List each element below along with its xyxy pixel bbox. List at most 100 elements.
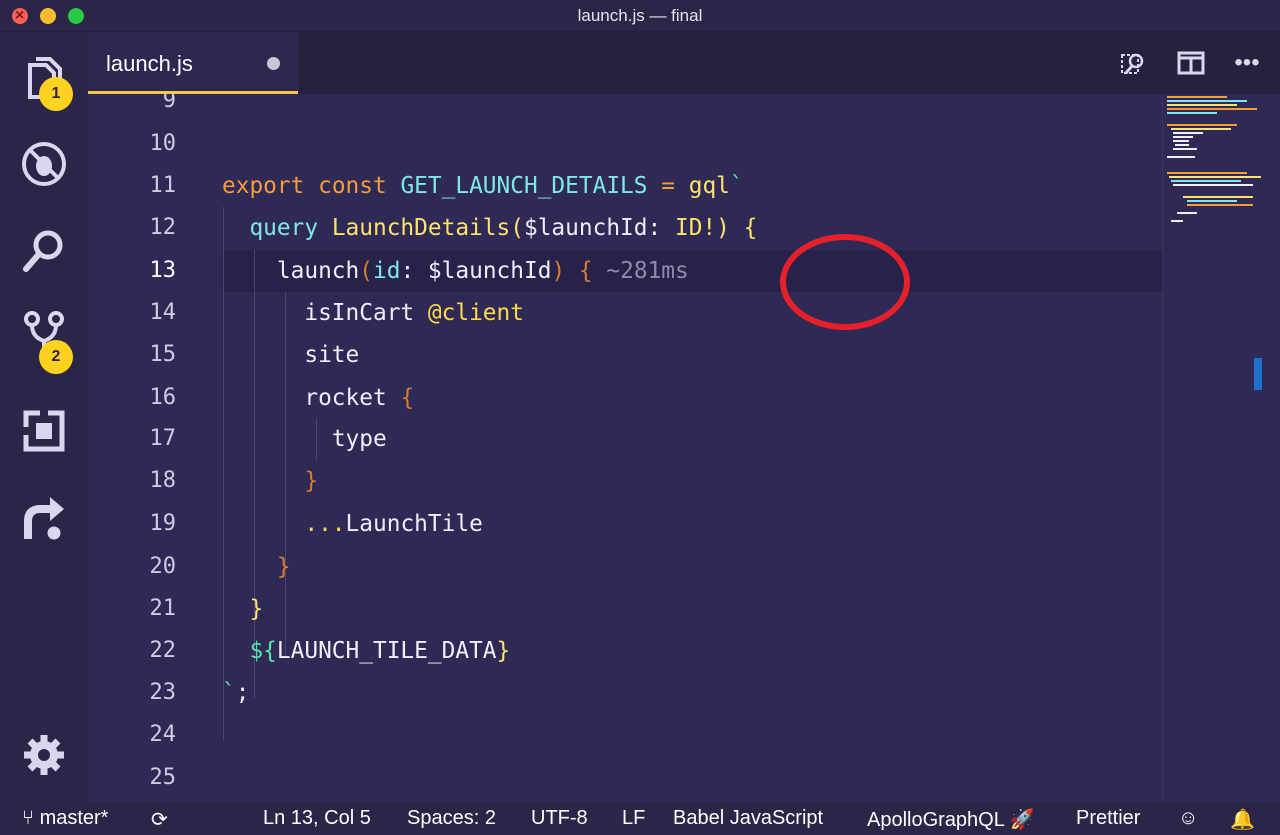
- tab-launch-js[interactable]: launch.js: [88, 32, 298, 94]
- search-icon: [23, 230, 63, 272]
- token-keyword: export: [222, 173, 305, 199]
- notifications-button[interactable]: 🔔: [1230, 807, 1255, 832]
- tabs-bar: launch.js •••: [88, 32, 1280, 94]
- more-actions-button[interactable]: •••: [1230, 46, 1264, 80]
- minimap-line: [1187, 200, 1237, 202]
- search-preview-icon: [1121, 53, 1144, 74]
- token-operation-name: LaunchDetails: [331, 215, 511, 241]
- code-line-13: launch(id: $launchId) { ~281ms: [222, 250, 689, 292]
- line-number: 19: [149, 511, 177, 536]
- rocket-icon: 🚀: [1009, 809, 1035, 831]
- activity-debug[interactable]: [0, 129, 88, 199]
- close-window-button[interactable]: [12, 0, 28, 32]
- sync-button[interactable]: ⟳: [151, 807, 168, 832]
- line-number: 14: [149, 300, 177, 325]
- apollo-label: ApolloGraphQL: [867, 809, 1005, 831]
- activity-live-share[interactable]: [0, 484, 88, 554]
- prettier-status[interactable]: Prettier: [1076, 807, 1140, 830]
- token-type: ID!: [674, 215, 717, 241]
- activity-settings[interactable]: [0, 720, 88, 790]
- activity-extensions[interactable]: [0, 396, 88, 466]
- split-editor-icon: [1177, 51, 1205, 75]
- maximize-window-button[interactable]: [68, 8, 84, 24]
- indentation-setting[interactable]: Spaces: 2: [407, 807, 496, 830]
- token-brace: }: [249, 596, 264, 622]
- code-line-17: type: [222, 418, 387, 460]
- title-bar: launch.js — final: [0, 0, 1280, 32]
- eol-setting[interactable]: LF: [622, 807, 645, 830]
- token-semicolon: ;: [235, 680, 250, 706]
- cursor-position[interactable]: Ln 13, Col 5: [263, 807, 371, 830]
- line-number: 23: [149, 680, 177, 705]
- token-field: launch: [276, 258, 360, 284]
- sync-icon: ⟳: [151, 809, 168, 831]
- token-tag: gql: [688, 173, 730, 199]
- token-backtick: `: [222, 680, 236, 706]
- token-interpolation: ${: [249, 638, 277, 664]
- code-line-21: }: [222, 588, 263, 630]
- code-area[interactable]: export const GET_LAUNCH_DETAILS = gql` q…: [222, 94, 1162, 802]
- code-editor[interactable]: 9 10 11 12 13 14 15 16 17 18 19 20 21 22…: [88, 94, 1280, 802]
- language-mode[interactable]: Babel JavaScript: [673, 807, 823, 830]
- open-preview-button[interactable]: [1117, 46, 1151, 80]
- token-brace: }: [304, 468, 319, 494]
- code-line-14: isInCart @client: [222, 292, 524, 334]
- minimap-line: [1183, 196, 1253, 198]
- token-paren: (: [359, 258, 373, 284]
- branch-name: master*: [39, 807, 109, 829]
- explorer-badge: 1: [39, 77, 73, 111]
- code-line-20: }: [222, 546, 291, 588]
- token-paren: ): [551, 258, 566, 284]
- minimize-window-button[interactable]: [40, 8, 56, 24]
- line-number: 18: [149, 468, 177, 493]
- bell-icon: 🔔: [1230, 809, 1255, 831]
- activity-search[interactable]: [0, 216, 88, 286]
- extensions-icon: [22, 409, 65, 452]
- encoding-setting[interactable]: UTF-8: [531, 807, 588, 830]
- branch-indicator[interactable]: ⑂ master*: [22, 807, 108, 830]
- token-brace: {: [743, 215, 758, 241]
- token-brace: {: [400, 385, 415, 411]
- smiley-icon: ☺: [1178, 807, 1199, 829]
- minimap-line: [1167, 108, 1257, 110]
- line-number: 21: [149, 596, 177, 621]
- minimap-line: [1173, 132, 1203, 134]
- token-identifier: LAUNCH_TILE_DATA: [276, 638, 497, 664]
- token-field: type: [331, 426, 387, 452]
- git-branch-icon: ⑂: [22, 807, 34, 829]
- source-control-badge: 2: [39, 340, 73, 374]
- scroll-position-indicator[interactable]: [1254, 358, 1262, 390]
- minimap-line: [1167, 156, 1195, 158]
- code-line-11: export const GET_LAUNCH_DETAILS = gql`: [222, 165, 744, 207]
- line-number: 25: [149, 765, 177, 790]
- token-variable: $launchId: [427, 258, 552, 284]
- line-number: 11: [149, 173, 177, 198]
- token-spread: ...: [304, 511, 346, 537]
- unsaved-dot-icon[interactable]: [267, 57, 280, 70]
- token-field: site: [304, 342, 360, 368]
- token-variable: $launchId: [523, 215, 648, 241]
- minimap-line: [1173, 184, 1253, 186]
- query-timing-annotation: ~281ms: [606, 258, 689, 284]
- feedback-button[interactable]: ☺: [1178, 807, 1198, 830]
- line-number: 9: [162, 94, 176, 113]
- minimap-line: [1167, 100, 1247, 102]
- apollo-graphql-status[interactable]: ApolloGraphQL 🚀: [867, 807, 1035, 832]
- token-keyword: const: [318, 173, 387, 199]
- split-editor-button[interactable]: [1174, 46, 1208, 80]
- minimap[interactable]: [1162, 94, 1280, 802]
- token-operator: =: [661, 173, 675, 199]
- code-line-19: ...LaunchTile: [222, 503, 482, 545]
- token-backtick: `: [729, 173, 744, 199]
- line-number: 16: [149, 385, 177, 410]
- minimap-line: [1173, 136, 1193, 138]
- minimap-line: [1187, 204, 1253, 206]
- status-bar: ⑂ master* ⟳ Ln 13, Col 5 Spaces: 2 UTF-8…: [0, 802, 1280, 835]
- token-paren: ): [716, 215, 730, 241]
- code-line-22: ${LAUNCH_TILE_DATA}: [222, 630, 510, 672]
- line-number: 15: [149, 342, 177, 367]
- token-brace: {: [578, 258, 593, 284]
- code-line-18: }: [222, 460, 318, 502]
- line-number: 20: [149, 554, 177, 579]
- minimap-line: [1167, 96, 1227, 98]
